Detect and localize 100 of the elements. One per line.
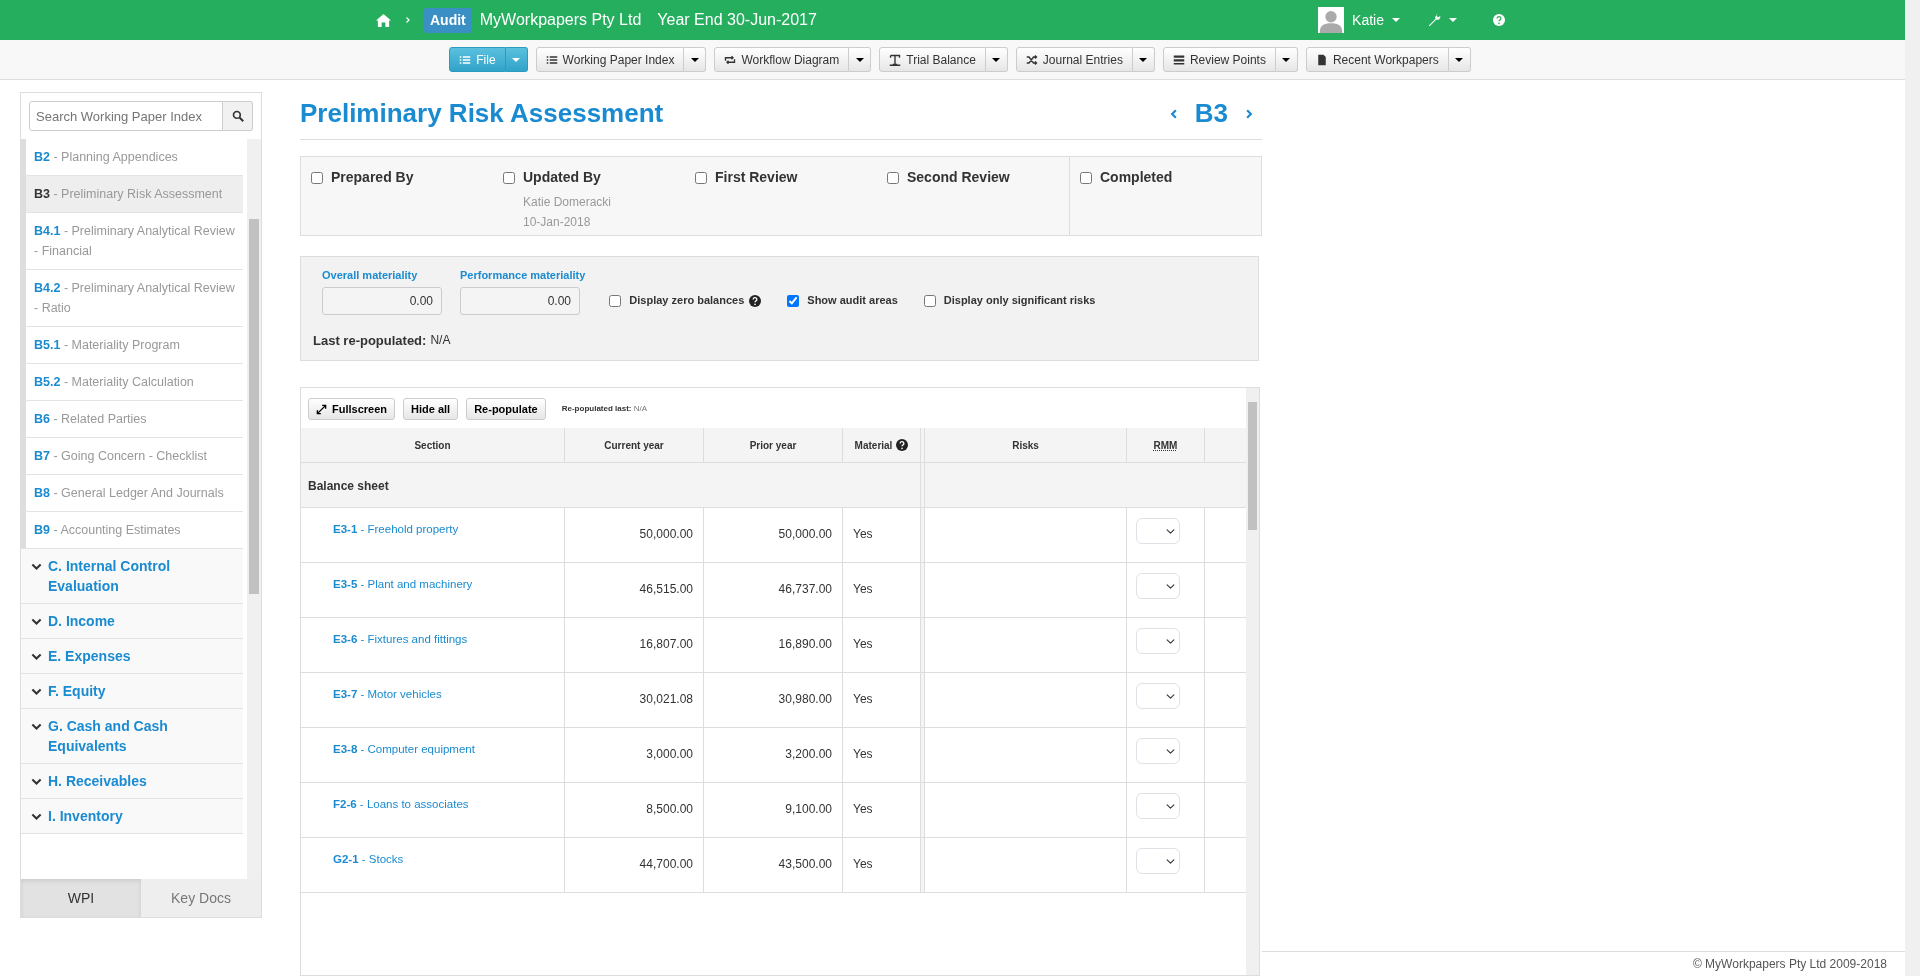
toolbar-button[interactable]: Recent Workpapers bbox=[1305, 47, 1449, 72]
column-header: Risks bbox=[1012, 438, 1039, 453]
table-scrollbar[interactable] bbox=[1246, 388, 1259, 975]
avatar-icon[interactable] bbox=[1318, 7, 1345, 33]
chevron-down-icon bbox=[31, 561, 42, 572]
dropdown-toggle[interactable] bbox=[849, 47, 872, 72]
shuffle-icon bbox=[1025, 53, 1038, 66]
loop-arrows-icon bbox=[724, 53, 737, 66]
table-cell: 8,500.00 bbox=[565, 783, 704, 838]
dropdown-toggle[interactable] bbox=[1448, 47, 1471, 72]
list-icon bbox=[545, 53, 558, 66]
table-button[interactable]: Re-populate bbox=[466, 398, 546, 420]
signoff-checkbox[interactable] bbox=[503, 171, 515, 184]
chevron-down-icon bbox=[31, 721, 42, 732]
index-item[interactable]: B3 - Preliminary Risk Assessment bbox=[21, 176, 243, 213]
index-item[interactable]: B8 - General Ledger And Journals bbox=[21, 475, 243, 512]
help-icon[interactable] bbox=[1493, 14, 1505, 26]
table-cell: 9,100.00 bbox=[704, 783, 843, 838]
dropdown-toggle[interactable] bbox=[505, 47, 528, 72]
option-label: Show audit areas bbox=[807, 293, 898, 309]
last-repopulated-label: Last re-populated: bbox=[313, 331, 427, 350]
account-link[interactable]: E3-1 - Freehold property bbox=[311, 523, 459, 535]
materiality-field[interactable]: 0.00 bbox=[322, 286, 442, 315]
signoff-label: Prepared By bbox=[331, 168, 414, 187]
table-cell: 16,807.00 bbox=[565, 618, 704, 673]
signoff-checkbox[interactable] bbox=[695, 171, 707, 184]
caret-icon bbox=[1392, 18, 1400, 22]
user-menu[interactable]: Katie bbox=[1352, 9, 1400, 31]
table-button[interactable]: Hide all bbox=[403, 398, 459, 420]
index-item[interactable]: B7 - Going Concern - Checklist bbox=[21, 438, 243, 475]
index-item[interactable]: B4.2 - Preliminary Analytical Review - Ratio bbox=[21, 270, 243, 327]
stack-icon bbox=[1172, 53, 1185, 66]
account-link[interactable]: E3-5 - Plant and machinery bbox=[311, 578, 473, 590]
search-field[interactable]: Search Working Paper Index bbox=[29, 101, 223, 131]
table-cell: 46,515.00 bbox=[565, 563, 704, 618]
signoff-checkbox[interactable] bbox=[1080, 171, 1092, 184]
signoff-name: Katie Domeracki bbox=[522, 194, 613, 211]
toolbar-button[interactable]: Trial Balance bbox=[879, 47, 986, 72]
index-item[interactable]: B5.2 - Materiality Calculation bbox=[21, 364, 243, 401]
toolbar-button[interactable]: File bbox=[449, 47, 506, 72]
toolbar-button[interactable]: Working Paper Index bbox=[535, 47, 685, 72]
home-icon[interactable] bbox=[375, 12, 392, 28]
toolbar-button[interactable]: Review Points bbox=[1162, 47, 1276, 72]
signoff-checkbox[interactable] bbox=[887, 171, 899, 184]
search-icon bbox=[231, 110, 244, 122]
paper-code: B3 bbox=[1194, 97, 1228, 130]
column-header: Prior year bbox=[749, 438, 797, 453]
group-heading: Balance sheet bbox=[308, 479, 389, 493]
dropdown-toggle[interactable] bbox=[1132, 47, 1155, 72]
signoff-checkbox[interactable] bbox=[311, 171, 323, 184]
chevron-right-icon[interactable] bbox=[1244, 107, 1254, 120]
footer-copyright: © MyWorkpapers Pty Ltd 2009-2018 bbox=[1262, 951, 1905, 976]
page-title: Preliminary Risk Assessment bbox=[300, 97, 664, 130]
table-cell: 3,000.00 bbox=[565, 728, 704, 783]
option-checkbox[interactable] bbox=[923, 294, 936, 307]
year-end-label: Year End 30-Jun-2017 bbox=[657, 10, 817, 30]
option-checkbox[interactable] bbox=[787, 294, 800, 307]
table-cell: 50,000.00 bbox=[704, 508, 843, 563]
chevron-down-icon bbox=[31, 811, 42, 822]
account-link[interactable]: F2-6 - Loans to associates bbox=[311, 798, 469, 810]
sidebar-scrollbar[interactable] bbox=[247, 139, 261, 879]
sidebar-tab[interactable]: Key Docs bbox=[141, 879, 261, 917]
column-header: Material bbox=[854, 438, 893, 453]
sidebar-tab[interactable]: WPI bbox=[21, 879, 141, 917]
dropdown-toggle[interactable] bbox=[1275, 47, 1298, 72]
materiality-field[interactable]: 0.00 bbox=[460, 286, 580, 315]
option-checkbox[interactable] bbox=[609, 294, 622, 307]
table-cell: 46,737.00 bbox=[704, 563, 843, 618]
index-item[interactable]: B5.1 - Materiality Program bbox=[21, 327, 243, 364]
section-item[interactable]: I. Inventory bbox=[48, 806, 123, 826]
page-scrollbar[interactable] bbox=[1905, 0, 1920, 976]
account-link[interactable]: E3-7 - Motor vehicles bbox=[311, 688, 442, 700]
signoff-label: First Review bbox=[715, 168, 798, 187]
signoff-label: Completed bbox=[1100, 168, 1173, 187]
account-link[interactable]: E3-8 - Computer equipment bbox=[311, 743, 475, 755]
section-item[interactable]: D. Income bbox=[48, 611, 115, 631]
list-icon bbox=[459, 53, 472, 66]
account-link[interactable]: E3-6 - Fixtures and fittings bbox=[311, 633, 468, 645]
table-button[interactable]: Fullscreen bbox=[308, 398, 396, 420]
table-cell: 44,700.00 bbox=[565, 838, 704, 893]
account-link[interactable]: G2-1 - Stocks bbox=[311, 853, 404, 865]
chevron-left-icon[interactable] bbox=[1168, 107, 1179, 120]
field-label: Performance materiality bbox=[460, 268, 586, 283]
index-item[interactable]: B6 - Related Parties bbox=[21, 401, 243, 438]
toolbar-button[interactable]: Workflow Diagram bbox=[714, 47, 850, 72]
tools-menu[interactable] bbox=[1428, 13, 1457, 27]
section-item[interactable]: F. Equity bbox=[48, 681, 106, 701]
index-item[interactable]: B2 - Planning Appendices bbox=[21, 139, 243, 176]
dropdown-toggle[interactable] bbox=[985, 47, 1008, 72]
field-label: Overall materiality bbox=[322, 268, 419, 283]
table-cell: 16,890.00 bbox=[704, 618, 843, 673]
index-item[interactable]: B4.1 - Preliminary Analytical Review - Financial bbox=[21, 213, 243, 270]
option-label: Display only significant risks bbox=[943, 293, 1096, 309]
search-button[interactable] bbox=[223, 101, 253, 131]
toolbar-button[interactable]: Journal Entries bbox=[1015, 47, 1133, 72]
table-cell: 43,500.00 bbox=[704, 838, 843, 893]
index-item[interactable]: B9 - Accounting Estimates bbox=[21, 512, 243, 549]
dropdown-toggle[interactable] bbox=[684, 47, 707, 72]
column-header: Section bbox=[414, 438, 451, 453]
chevron-right-icon bbox=[404, 15, 412, 25]
